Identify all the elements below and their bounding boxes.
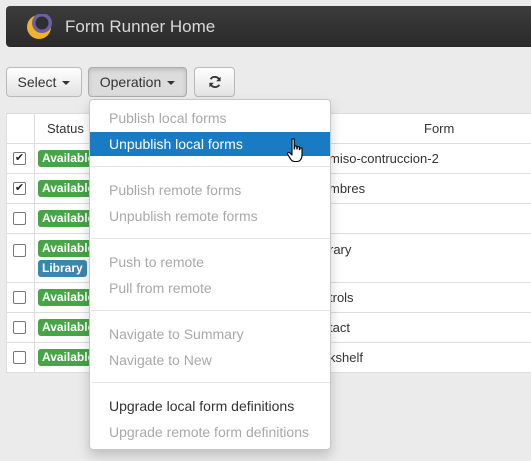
row-checkbox[interactable] [13, 291, 26, 304]
select-dropdown-button[interactable]: Select [6, 67, 82, 97]
menu-item-push-to-remote: Push to remote [109, 254, 204, 270]
form-column-header[interactable]: Form [424, 121, 454, 136]
select-button-label: Select [17, 74, 57, 90]
menu-item-unpublish-remote-forms: Unpublish remote forms [109, 208, 258, 224]
row-checkbox[interactable]: ✔ [13, 182, 26, 195]
row-checkbox[interactable] [13, 351, 26, 364]
menu-item-publish-remote-forms: Publish remote forms [109, 182, 242, 198]
form-name[interactable]: rary [329, 242, 351, 257]
menu-divider [91, 310, 330, 311]
app-header: Form Runner Home [6, 6, 531, 47]
menu-divider [91, 382, 330, 383]
form-name[interactable]: mbres [329, 181, 365, 196]
menu-item-upgrade-local-form-definitions[interactable]: Upgrade local form definitions [90, 394, 330, 418]
caret-down-icon [167, 80, 176, 85]
refresh-button[interactable] [194, 67, 235, 97]
row-checkbox[interactable] [13, 212, 26, 225]
row-checkbox[interactable] [13, 321, 26, 334]
hand-pointer-cursor-icon [286, 138, 303, 163]
menu-divider [91, 166, 330, 167]
refresh-icon [208, 76, 221, 88]
menu-item-publish-local-forms: Publish local forms [109, 110, 227, 126]
menu-divider [91, 238, 330, 239]
menu-item-pull-from-remote: Pull from remote [109, 280, 212, 296]
form-name[interactable]: trols [329, 290, 354, 305]
operation-button-label: Operation [99, 74, 162, 90]
form-name[interactable]: kshelf [329, 350, 363, 365]
column-divider [34, 114, 35, 143]
app-title: Form Runner Home [65, 17, 216, 36]
caret-down-icon [62, 80, 71, 85]
menu-item-navigate-to-new: Navigate to New [109, 352, 212, 368]
menu-item-navigate-to-summary: Navigate to Summary [109, 326, 244, 342]
form-name[interactable]: tact [329, 320, 350, 335]
menu-item-upgrade-remote-form-definitions: Upgrade remote form definitions [109, 424, 309, 440]
status-column-header[interactable]: Status [47, 121, 84, 136]
status-badge-library: Library [38, 260, 87, 277]
form-name[interactable]: miso-contruccion-2 [329, 151, 439, 166]
row-checkbox[interactable] [13, 244, 26, 257]
row-checkbox[interactable]: ✔ [13, 152, 26, 165]
orbeon-logo-icon [27, 14, 52, 39]
operation-dropdown-button[interactable]: Operation [88, 67, 187, 97]
